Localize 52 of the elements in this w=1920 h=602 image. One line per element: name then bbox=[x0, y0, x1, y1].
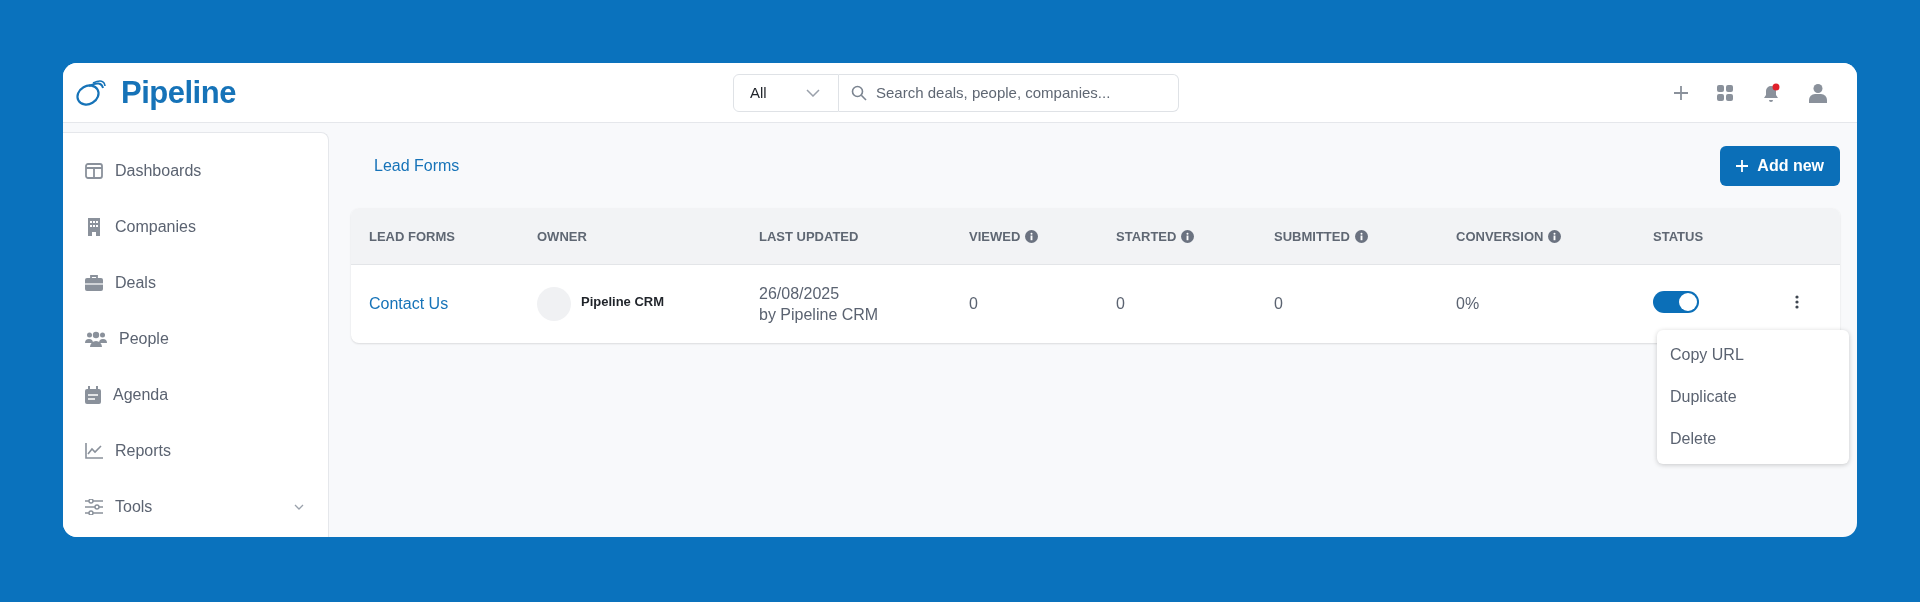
conversion-rate: 0% bbox=[1456, 295, 1480, 312]
info-icon bbox=[1354, 229, 1368, 243]
briefcase-icon bbox=[85, 275, 103, 291]
notification-bell-icon[interactable] bbox=[1761, 82, 1781, 103]
column-header: LAST UPDATED bbox=[759, 228, 859, 244]
menu-item[interactable]: Delete bbox=[1657, 418, 1849, 460]
sidebar-item[interactable]: Companies bbox=[63, 199, 328, 255]
updated-by: by Pipeline CRM bbox=[759, 305, 880, 324]
plus-icon[interactable] bbox=[1673, 84, 1689, 101]
column-header: OWNER bbox=[537, 228, 587, 244]
form-name-link[interactable]: Contact Us bbox=[369, 295, 449, 312]
line-chart-icon bbox=[85, 443, 103, 459]
sidebar-item[interactable]: Deals bbox=[63, 255, 328, 311]
updated-date: 26/08/2025 bbox=[759, 284, 841, 303]
sliders-icon bbox=[85, 499, 103, 515]
sidebar-item[interactable]: Agenda bbox=[63, 367, 328, 423]
column-header: CONVERSION bbox=[1456, 228, 1544, 244]
submitted-count: 0 bbox=[1274, 295, 1283, 312]
info-icon bbox=[1181, 229, 1195, 243]
info-icon bbox=[1548, 229, 1562, 243]
more-options-icon[interactable] bbox=[1795, 295, 1799, 309]
chevron-down-icon bbox=[294, 504, 304, 510]
layout-icon bbox=[85, 163, 103, 179]
user-avatar-icon[interactable] bbox=[1809, 82, 1827, 103]
logo-wordmark[interactable]: Pipeline bbox=[121, 74, 236, 111]
apps-grid-icon[interactable] bbox=[1717, 84, 1733, 101]
column-header: SUBMITTED bbox=[1274, 228, 1350, 244]
column-header: STARTED bbox=[1116, 228, 1177, 244]
chevron-down-icon bbox=[806, 88, 820, 97]
column-header: LEAD FORMS bbox=[369, 228, 455, 244]
sidebar-item[interactable]: Tools bbox=[63, 479, 328, 535]
search-field[interactable]: Search deals, people, companies... bbox=[839, 73, 1179, 112]
people-icon bbox=[85, 331, 107, 347]
sidebar-item[interactable]: Reports bbox=[63, 423, 328, 479]
info-icon bbox=[1025, 229, 1039, 243]
breadcrumb-link[interactable]: Lead Forms bbox=[374, 157, 460, 175]
column-header: VIEWED bbox=[969, 228, 1021, 244]
logo-icon bbox=[75, 77, 107, 108]
owner-name: Pipeline CRM bbox=[581, 293, 665, 309]
add-new-button[interactable]: Add new bbox=[1720, 146, 1840, 186]
sidebar-item[interactable]: Dashboards bbox=[63, 143, 328, 199]
status-toggle[interactable] bbox=[1653, 291, 1699, 313]
menu-item[interactable]: Copy URL bbox=[1657, 334, 1849, 376]
viewed-count: 0 bbox=[969, 295, 978, 312]
column-header: STATUS bbox=[1653, 228, 1704, 244]
sidebar-item[interactable]: People bbox=[63, 311, 328, 367]
started-count: 0 bbox=[1116, 295, 1125, 312]
menu-item[interactable]: Duplicate bbox=[1657, 376, 1849, 418]
plus-icon bbox=[1736, 160, 1749, 172]
calendar-icon bbox=[85, 386, 101, 404]
scope-dropdown[interactable]: All bbox=[733, 73, 839, 112]
building-icon bbox=[85, 218, 103, 236]
